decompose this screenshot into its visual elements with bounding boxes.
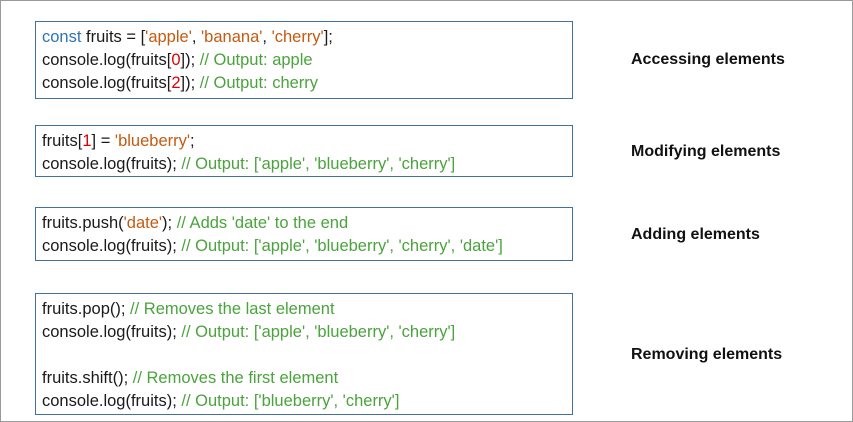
comment: // Removes the last element: [130, 300, 335, 318]
code-text: console.log(fruits);: [42, 237, 182, 255]
comment: // Output: ['blueberry', 'cherry']: [181, 392, 400, 410]
code-line: console.log(fruits); // Output: ['apple'…: [42, 153, 572, 176]
code-line: console.log(fruits[0]); // Output: apple: [42, 49, 572, 72]
code-line: console.log(fruits); // Output: ['bluebe…: [42, 390, 572, 413]
keyword: const: [42, 28, 82, 46]
number-literal: 0: [171, 51, 181, 69]
code-text: ,: [262, 28, 272, 46]
code-line: const fruits = ['apple', 'banana', 'cher…: [42, 26, 572, 49]
comment: // Output: cherry: [199, 74, 319, 92]
code-text: ]);: [180, 74, 200, 92]
section-label-modifying: Modifying elements: [631, 143, 781, 160]
comment: // Output: apple: [199, 51, 313, 69]
code-text: ];: [323, 28, 333, 46]
code-text: fruits[: [42, 132, 83, 150]
comment: // Output: ['apple', 'blueberry', 'cherr…: [181, 323, 456, 341]
code-block-modifying: fruits[1] = 'blueberry'; console.log(frui…: [35, 125, 573, 177]
code-line: console.log(fruits); // Output: ['apple'…: [42, 321, 572, 344]
code-text: ]);: [180, 51, 200, 69]
code-block-adding: fruits.push('date'); // Adds 'date' to t…: [35, 207, 573, 261]
code-line: fruits.push('date'); // Adds 'date' to t…: [42, 212, 572, 235]
code-line: console.log(fruits); // Output: ['apple'…: [42, 235, 572, 258]
string-literal: 'cherry': [271, 28, 324, 46]
code-text: console.log(fruits);: [42, 323, 182, 341]
code-text: fruits = [: [81, 28, 146, 46]
code-text: fruits.shift();: [42, 369, 133, 387]
code-text: ] =: [91, 132, 115, 150]
comment: // Output: ['apple', 'blueberry', 'cherr…: [181, 155, 456, 173]
code-text: console.log(fruits);: [42, 155, 182, 173]
number-literal: 2: [171, 74, 181, 92]
code-line: fruits.shift(); // Removes the first ele…: [42, 367, 572, 390]
string-literal: 'apple': [145, 28, 192, 46]
string-literal: 'date': [123, 214, 163, 232]
code-text: console.log(fruits[: [42, 74, 172, 92]
code-text: console.log(fruits[: [42, 51, 172, 69]
code-text: fruits.pop();: [42, 300, 131, 318]
string-literal: 'banana': [201, 28, 263, 46]
string-literal: 'blueberry': [114, 132, 191, 150]
section-label-accessing: Accessing elements: [631, 51, 785, 68]
section-label-removing: Removing elements: [631, 346, 783, 363]
comment: // Output: ['apple', 'blueberry', 'cherr…: [181, 237, 503, 255]
code-block-accessing: const fruits = ['apple', 'banana', 'cher…: [35, 21, 573, 99]
code-text: fruits.push(: [42, 214, 124, 232]
comment: // Removes the first element: [132, 369, 339, 387]
code-block-removing: fruits.pop(); // Removes the last elemen…: [35, 293, 573, 415]
comment: // Adds 'date' to the end: [176, 214, 349, 232]
code-line: fruits[1] = 'blueberry';: [42, 130, 572, 153]
code-text: );: [162, 214, 177, 232]
code-text: ;: [190, 132, 195, 150]
code-text: console.log(fruits);: [42, 392, 182, 410]
code-line: fruits.pop(); // Removes the last elemen…: [42, 298, 572, 321]
number-literal: 1: [82, 132, 92, 150]
code-line: console.log(fruits[2]); // Output: cherr…: [42, 72, 572, 95]
code-text: ,: [191, 28, 202, 46]
section-label-adding: Adding elements: [631, 226, 760, 243]
